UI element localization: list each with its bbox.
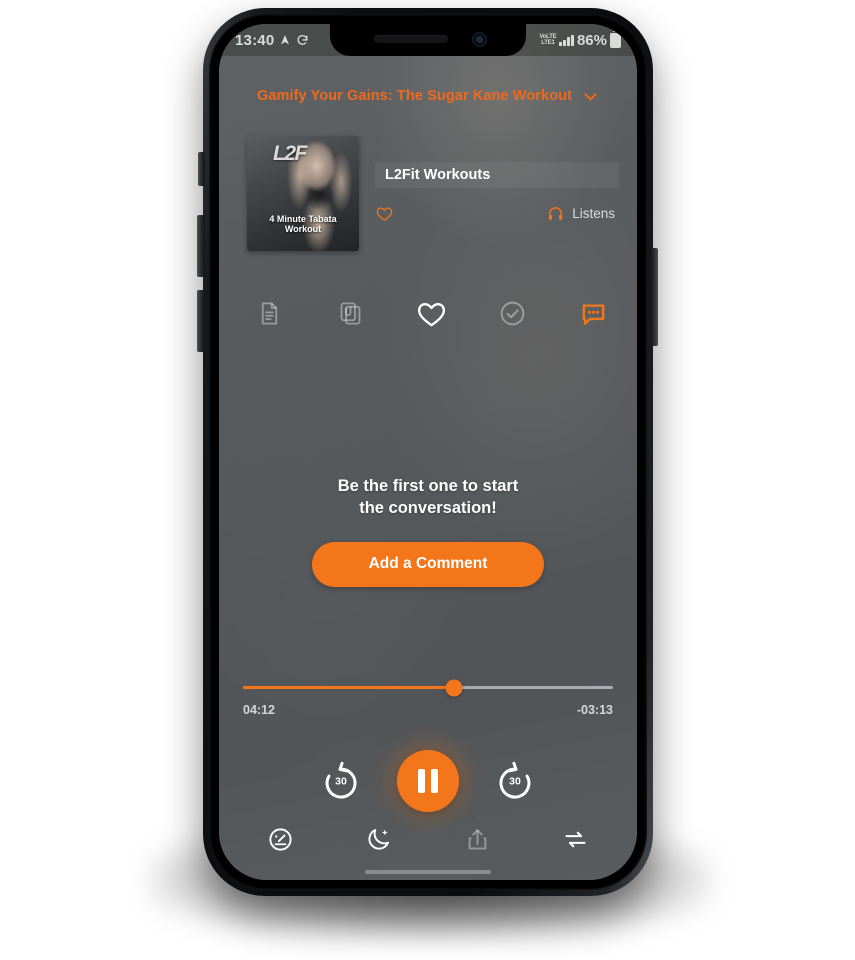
comments-empty-state: Be the first one to start the conversati… — [219, 476, 637, 587]
heart-icon[interactable] — [413, 295, 449, 331]
progress-track[interactable] — [243, 679, 613, 696]
artwork-caption: 4 Minute Tabata Workout — [269, 214, 337, 235]
pause-icon — [418, 769, 425, 793]
show-title-bar[interactable]: L2Fit Workouts — [375, 162, 619, 188]
empty-state-message: Be the first one to start the conversati… — [338, 476, 519, 520]
battery-percent-label: 86% — [576, 31, 607, 49]
rewind-30-icon[interactable]: 30 — [319, 759, 363, 803]
forward-30-icon[interactable]: 30 — [493, 759, 537, 803]
chevron-down-icon[interactable] — [582, 88, 599, 105]
device-notch — [330, 24, 526, 56]
progress-fill — [243, 686, 454, 689]
playback-progress: 04:12 -03:13 — [243, 679, 613, 717]
heart-outline-icon[interactable] — [375, 204, 394, 223]
signal-bars-icon — [559, 34, 574, 46]
episode-title: Gamify Your Gains: The Sugar Kane Workou… — [256, 88, 573, 104]
now-playing-meta: L2Fit Workouts Listens — [375, 136, 619, 256]
front-camera-icon — [472, 32, 487, 47]
playback-speed-icon[interactable] — [261, 820, 299, 858]
progress-times: 04:12 -03:13 — [243, 703, 613, 717]
status-bar-right: VoLTE LTE1 86% — [539, 29, 621, 49]
check-circle-icon[interactable] — [494, 295, 530, 331]
artwork-brand-logo: L2F — [273, 142, 307, 165]
phone-screen: 13:40 VoLTE LTE1 86% Gamify Your Gains: … — [219, 24, 637, 880]
power-button[interactable] — [650, 248, 658, 346]
clip-icon[interactable] — [332, 295, 368, 331]
podcast-artwork[interactable]: L2F 4 Minute Tabata Workout — [247, 136, 359, 251]
home-indicator — [365, 870, 491, 874]
pause-icon-bar2 — [431, 769, 438, 793]
remaining-time: -03:13 — [576, 703, 613, 717]
listens-stat: Listens — [547, 205, 615, 222]
volume-down-button[interactable] — [197, 290, 205, 352]
screenshot-root: 13:40 VoLTE LTE1 86% Gamify Your Gains: … — [0, 0, 855, 960]
auto-rotate-icon — [297, 34, 308, 45]
headphones-icon — [549, 207, 563, 220]
location-arrow-icon — [281, 35, 290, 45]
empty-state-line1: Be the first one to start — [337, 477, 519, 495]
comment-icon[interactable] — [575, 295, 611, 331]
show-title: L2Fit Workouts — [385, 167, 491, 183]
status-bar-time: 13:40 — [235, 31, 275, 49]
listens-label: Listens — [572, 206, 615, 221]
progress-thumb[interactable] — [445, 679, 463, 696]
now-playing-card: L2F 4 Minute Tabata Workout L2Fit Workou… — [247, 136, 619, 256]
lte-label: LTE1 — [541, 40, 555, 46]
volume-up-button[interactable] — [197, 215, 205, 277]
rewind-seconds-label: 30 — [335, 775, 347, 788]
transport-controls: 30 30 — [219, 750, 637, 812]
episode-stats-row: Listens — [375, 204, 619, 223]
silent-switch-button[interactable] — [198, 152, 205, 186]
player-header: Gamify Your Gains: The Sugar Kane Workou… — [219, 78, 637, 114]
forward-seconds-label: 30 — [509, 775, 521, 788]
network-type-indicator: VoLTE LTE1 — [539, 34, 556, 46]
play-pause-button[interactable] — [397, 750, 459, 812]
add-comment-button[interactable]: Add a Comment — [312, 541, 544, 587]
earpiece-speaker — [374, 35, 448, 43]
repeat-icon[interactable] — [557, 820, 595, 858]
share-icon[interactable] — [458, 820, 496, 858]
elapsed-time: 04:12 — [243, 703, 275, 717]
status-bar-left: 13:40 — [235, 32, 309, 49]
notes-icon[interactable] — [251, 295, 287, 331]
battery-full-icon — [610, 29, 621, 48]
player-toolbar — [249, 816, 607, 862]
empty-state-line2: the conversation! — [359, 498, 497, 517]
sleep-timer-icon[interactable] — [360, 820, 398, 858]
episode-actions-row — [245, 286, 617, 340]
